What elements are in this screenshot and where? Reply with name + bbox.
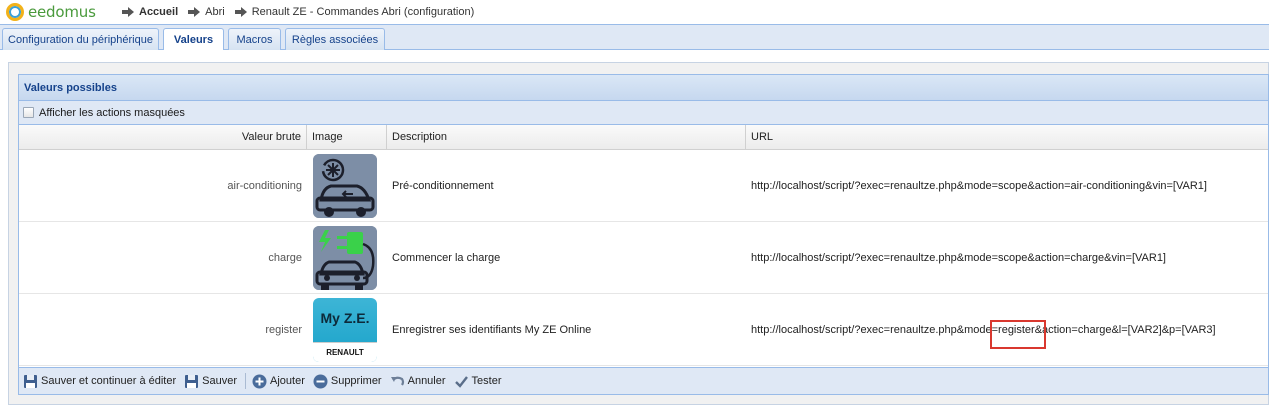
add-button[interactable]: Ajouter [252,374,305,389]
delete-button[interactable]: Supprimer [313,374,382,389]
my-ze-renault-logo: My Z.E. RENAULT [313,297,377,362]
bottom-toolbar: Sauver et continuer à éditer Sauver Ajou… [18,367,1269,395]
cell-raw-value: charge [268,251,302,264]
show-hidden-label: Afficher les actions masquées [39,106,185,119]
panel-title: Valeurs possibles [19,75,1268,101]
cell-image [307,150,387,221]
breadcrumb-item-device[interactable]: Renault ZE - Commandes Abri (configurati… [234,6,474,18]
top-bar: eedomus Accueil Abri Renault ZE - Comman… [0,0,1269,24]
floppy-disk-icon [23,374,38,389]
cell-description: Pré-conditionnement [392,179,494,192]
cell-url: http://localhost/script/?exec=renaultze.… [751,179,1207,192]
values-panel: Valeurs possibles Afficher les actions m… [18,74,1269,395]
tab-configuration[interactable]: Configuration du périphérique [2,28,159,50]
cell-image [307,222,387,293]
app-logo[interactable]: eedomus [6,3,110,21]
grid-header: Valeur brute Image Description URL [19,125,1268,150]
tab-valeurs[interactable]: Valeurs [163,28,224,51]
test-button[interactable]: Tester [454,374,502,389]
column-header-raw-value[interactable]: Valeur brute [19,125,307,149]
cell-url: http://localhost/script/?exec=renaultze.… [751,251,1166,264]
show-hidden-toggle[interactable]: Afficher les actions masquées [19,101,1268,125]
save-continue-button[interactable]: Sauver et continuer à éditer [23,374,176,389]
column-header-url[interactable]: URL [746,125,1268,149]
show-hidden-checkbox[interactable] [23,107,34,118]
logo-ring-icon [6,3,24,21]
arrow-right-icon [122,7,135,17]
cell-url: http://localhost/script/?exec=renaultze.… [751,323,1216,336]
arrow-right-icon [188,7,201,17]
arrow-right-icon [234,7,248,17]
minus-circle-icon [313,374,328,389]
cell-description: Commencer la charge [392,251,501,264]
table-row[interactable]: air-conditioning Pré-conditionnement htt… [19,150,1268,222]
car-charging-plug-icon [313,225,377,290]
checkmark-icon [454,374,469,389]
toolbar-separator [245,373,246,389]
cancel-button[interactable]: Annuler [390,374,446,389]
undo-icon [390,374,405,389]
floppy-disk-icon [184,374,199,389]
plus-circle-icon [252,374,267,389]
tab-macros[interactable]: Macros [228,28,281,50]
cell-raw-value: register [265,323,302,336]
cell-description: Enregistrer ses identifiants My ZE Onlin… [392,323,592,336]
car-air-conditioning-icon [313,153,377,218]
column-header-image[interactable]: Image [307,125,387,149]
save-button[interactable]: Sauver [184,374,237,389]
tab-strip: Configuration du périphérique Valeurs Ma… [0,24,1269,51]
cell-raw-value: air-conditioning [227,179,302,192]
column-header-description[interactable]: Description [387,125,746,149]
cell-image: My Z.E. RENAULT [307,294,387,365]
table-row[interactable]: charge Commencer la charge http://localh… [19,222,1268,294]
breadcrumb-item-accueil[interactable]: Accueil [122,6,178,18]
breadcrumb-item-abri[interactable]: Abri [188,6,225,18]
logo-text: eedomus [28,3,96,21]
table-row[interactable]: register My Z.E. RENAULT Enregistrer ses… [19,294,1268,366]
tab-regles-associees[interactable]: Règles associées [285,28,385,50]
